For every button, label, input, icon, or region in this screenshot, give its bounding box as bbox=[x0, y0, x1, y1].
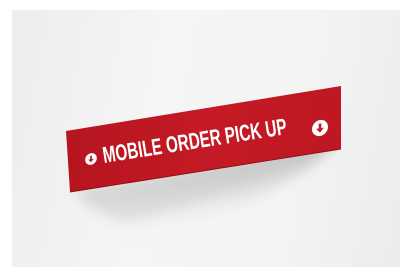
sign-scene: MOBILE ORDER PICK UP bbox=[66, 86, 342, 236]
photo-frame: MOBILE ORDER PICK UP bbox=[0, 0, 412, 277]
